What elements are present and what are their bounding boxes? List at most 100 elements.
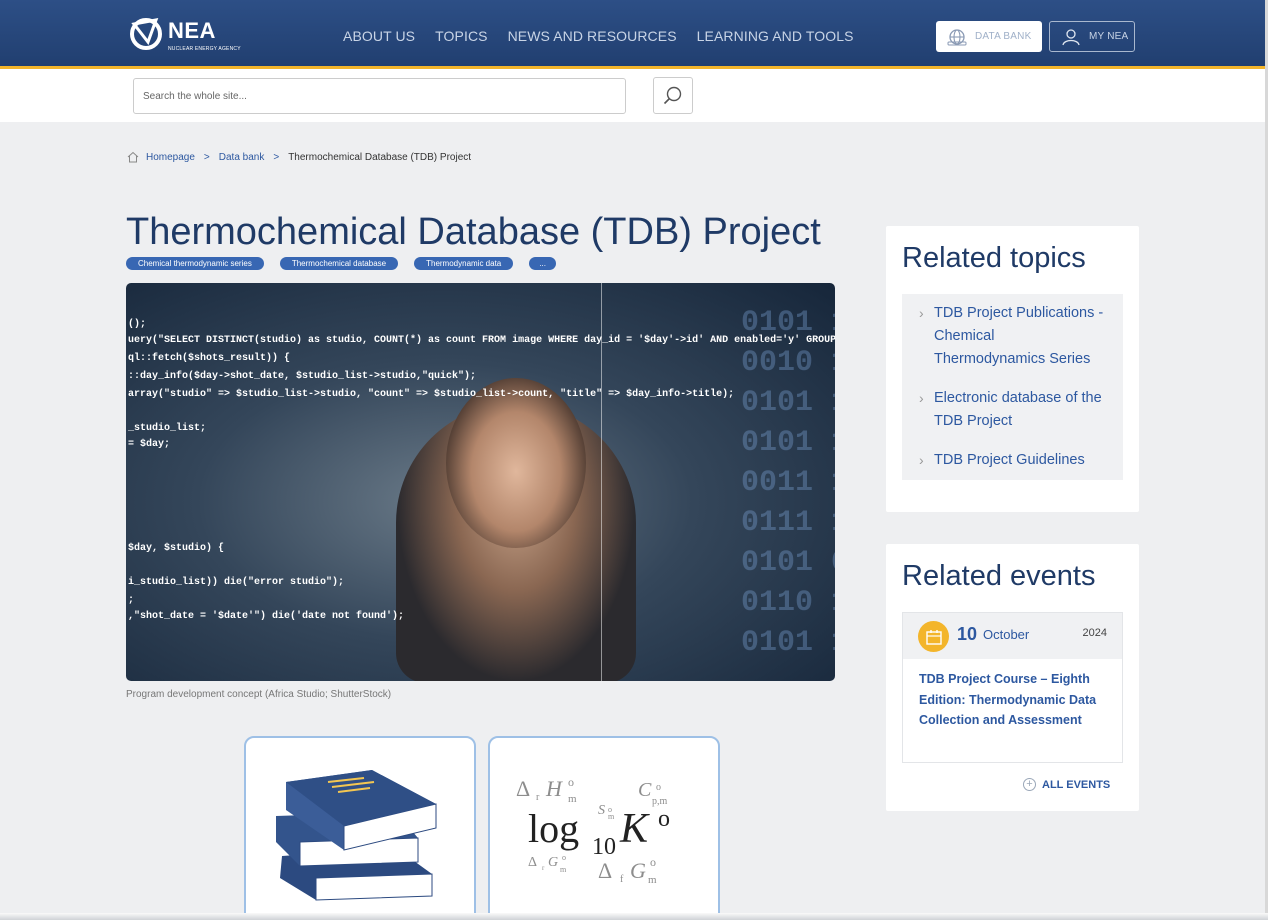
calendar-icon [918,621,949,652]
code-overlay-line: ,"shot_date = '$date'") die('date not fo… [128,611,405,622]
svg-text:o: o [650,855,656,869]
code-overlay-line: _studio_list; [128,423,207,434]
svg-text:S: S [598,803,605,818]
search-bar [0,69,1265,122]
my-nea-button[interactable]: MY NEA [1049,21,1135,52]
nav-topics[interactable]: TOPICS [435,28,487,44]
database-card[interactable]: Δ r H o m C o p,m S o m log 10 K o Δ r G… [488,736,720,920]
svg-text:Δ: Δ [528,855,537,870]
books-icon [276,770,437,901]
person-head [446,378,586,548]
topic-link[interactable]: › TDB Project Publications - Chemical The… [918,302,1107,371]
binary-overlay: 0101 1101 0010 1110 0101 1101 0101 1110 … [741,306,835,660]
topic-link[interactable]: › TDB Project Guidelines [918,449,1107,472]
event-date-row: 10 October 2024 [903,613,1122,659]
code-overlay-line: ::day_info($day->shot_date, $studio_list… [128,371,477,382]
tag-thermodynamic-data[interactable]: Thermodynamic data [414,257,514,270]
svg-text:o: o [658,806,670,832]
svg-text:m: m [560,865,567,874]
related-topics-panel: Related topics › TDB Project Publications… [886,226,1139,512]
svg-text:K: K [619,806,650,852]
event-month: October [983,627,1030,642]
related-topics-list: › TDB Project Publications - Chemical The… [902,294,1123,480]
related-events-panel: Related events 10 October 2024 TDB Proje… [886,544,1139,811]
svg-text:Δ: Δ [516,776,530,801]
nav-news-resources[interactable]: NEWS AND RESOURCES [508,28,677,44]
code-overlay-line: ; [128,595,135,606]
tag-more-button[interactable]: ... [529,257,556,270]
related-events-heading: Related events [902,560,1096,592]
image-caption: Program development concept (Africa Stud… [126,689,392,700]
svg-text:o: o [656,782,661,793]
home-icon[interactable] [126,151,140,163]
user-icon [1062,28,1080,45]
thermodynamic-formula-icon: Δ r H o m C o p,m S o m log 10 K o Δ r G… [516,775,670,886]
code-overlay-line: = $day; [128,439,171,450]
svg-text:o: o [568,775,574,789]
site-header: NEA NUCLEAR ENERGY AGENCY ABOUT US TOPIC… [0,0,1265,66]
svg-text:G: G [548,855,558,870]
svg-text:m: m [568,793,577,805]
plus-icon: + [1023,778,1036,791]
data-bank-label: DATA BANK [975,31,1032,42]
topic-label: TDB Project Publications - Chemical Ther… [934,305,1104,367]
all-events-label: ALL EVENTS [1042,778,1111,791]
event-title[interactable]: TDB Project Course – Eighth Edition: The… [919,669,1111,731]
topic-link[interactable]: › Electronic database of the TDB Project [918,387,1107,433]
search-icon [663,86,682,104]
related-topics-heading: Related topics [902,242,1086,274]
code-overlay-line: (); [128,319,147,330]
tag-thermochemical-database[interactable]: Thermochemical database [279,257,399,270]
svg-text:m: m [648,874,657,886]
code-overlay-line: i_studio_list)) die("error studio"); [128,577,345,588]
chevron-right-icon: › [919,390,924,406]
event-year: 2024 [1082,627,1107,639]
svg-text:f: f [620,874,624,885]
data-bank-button[interactable]: DATA BANK [936,21,1042,52]
all-events-link[interactable]: + ALL EVENTS [1023,778,1110,791]
search-input[interactable] [133,78,626,114]
breadcrumb-separator: > [273,151,280,163]
breadcrumb-homepage[interactable]: Homepage [146,152,195,163]
svg-text:H: H [545,776,563,801]
event-day: 10 [957,624,978,644]
event-card[interactable]: 10 October 2024 TDB Project Course – Eig… [902,612,1123,763]
search-button[interactable] [653,77,693,114]
logo-text: NEA [168,18,216,43]
code-overlay-line: $day, $studio) { [128,543,225,554]
breadcrumb: Homepage > Data bank > Thermochemical Da… [126,151,471,163]
topic-label: TDB Project Guidelines [934,452,1085,468]
bottom-edge [0,913,1268,920]
code-overlay-line: uery("SELECT DISTINCT(studio) as studio,… [128,335,835,346]
code-overlay-line: array("studio" => $studio_list->studio, … [128,389,735,400]
page-title: Thermochemical Database (TDB) Project [126,211,821,253]
svg-text:r: r [542,864,545,872]
nea-logo[interactable]: NEA NUCLEAR ENERGY AGENCY [126,14,250,56]
svg-text:o: o [562,853,566,862]
main-nav: ABOUT US TOPICS NEWS AND RESOURCES LEARN… [343,28,874,44]
breadcrumb-current: Thermochemical Database (TDB) Project [288,151,472,163]
tag-chemical-thermodynamic-series[interactable]: Chemical thermodynamic series [126,257,264,270]
globe-icon [947,28,967,45]
breadcrumb-data-bank[interactable]: Data bank [219,152,265,163]
svg-text:m: m [608,812,615,821]
chevron-right-icon: › [919,305,924,321]
breadcrumb-separator: > [203,151,210,163]
my-nea-label: MY NEA [1089,31,1129,42]
chevron-right-icon: › [919,452,924,468]
logo-subtitle: NUCLEAR ENERGY AGENCY [168,46,241,52]
image-divider [601,283,602,681]
topic-label: Electronic database of the TDB Project [934,390,1102,429]
publications-card[interactable] [244,736,476,920]
svg-text:r: r [536,792,540,803]
nav-about-us[interactable]: ABOUT US [343,28,415,44]
nea-logo-icon [130,18,162,50]
tag-list: Chemical thermodynamic series Thermochem… [126,257,556,270]
svg-text:C: C [638,779,652,801]
svg-text:10: 10 [592,834,616,860]
hero-image: 0101 1101 0010 1110 0101 1101 0101 1110 … [126,283,835,681]
code-overlay-line: ql::fetch($shots_result)) { [128,353,291,364]
nav-learning-tools[interactable]: LEARNING AND TOOLS [697,28,854,44]
svg-text:log: log [528,806,579,851]
svg-text:Δ: Δ [598,858,612,883]
